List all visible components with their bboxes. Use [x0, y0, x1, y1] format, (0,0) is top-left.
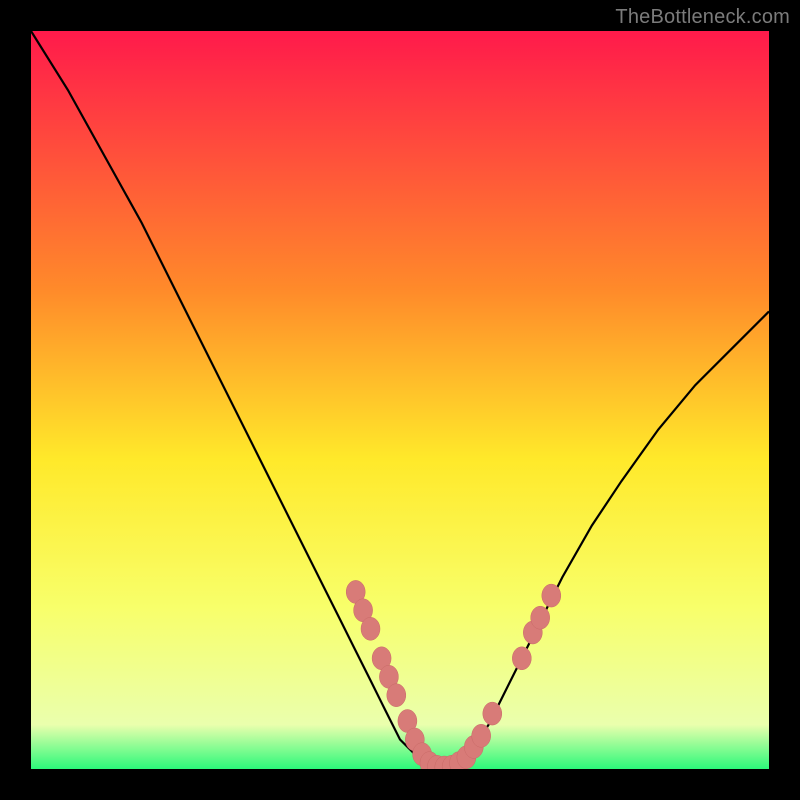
attribution-text: TheBottleneck.com: [615, 6, 790, 29]
curve-marker: [531, 606, 550, 629]
bottleneck-chart: [0, 0, 800, 800]
curve-marker: [512, 647, 531, 670]
chart-frame: { "attribution": "TheBottleneck.com", "c…: [0, 0, 800, 800]
curve-marker: [542, 584, 561, 607]
curve-marker: [472, 724, 491, 747]
curve-marker: [483, 702, 502, 725]
curve-marker: [387, 684, 406, 707]
gradient-background: [31, 31, 769, 769]
curve-marker: [361, 617, 380, 640]
